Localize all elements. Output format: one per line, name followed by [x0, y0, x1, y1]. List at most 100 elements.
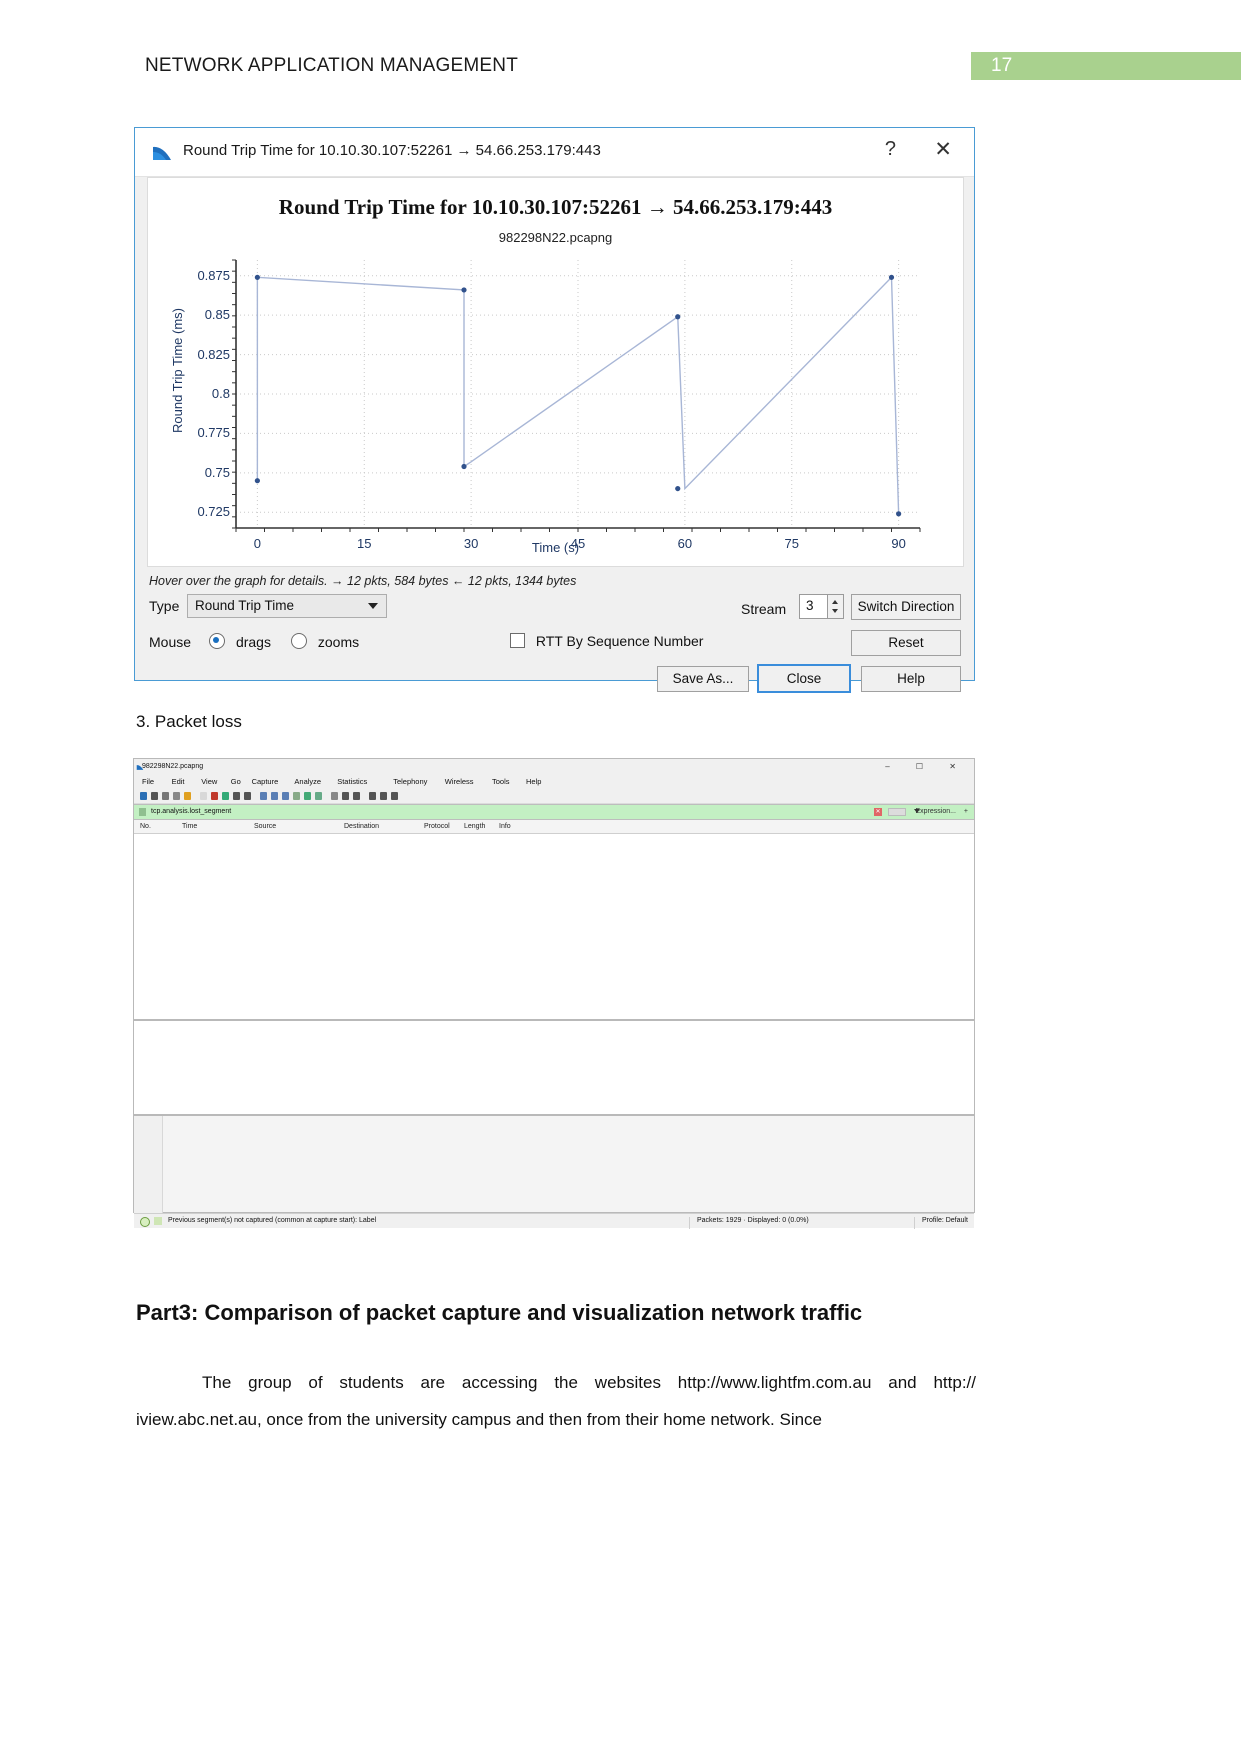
- page-number-text: 17: [991, 55, 1013, 76]
- mouse-drags-radio[interactable]: drags: [209, 633, 275, 651]
- stream-value: 3: [806, 598, 814, 613]
- mouse-zooms-label: zooms: [317, 634, 360, 650]
- mouse-zooms-radio[interactable]: zooms: [291, 633, 360, 651]
- dialog-title: Round Trip Time for 10.10.30.107:52261 →…: [183, 142, 601, 159]
- filter-clear-icon[interactable]: ✕: [874, 808, 882, 816]
- packet-bytes-pane[interactable]: [134, 1116, 974, 1213]
- menu-item-wireless[interactable]: Wireless: [445, 777, 474, 786]
- menu-item-go[interactable]: Go: [231, 777, 241, 786]
- menu-item-view[interactable]: View: [201, 777, 217, 786]
- toolbar-icon-17[interactable]: [342, 792, 349, 800]
- packet-list-header[interactable]: No. Time Source Destination Protocol Length In…: [134, 820, 974, 834]
- toolbar-icon-21[interactable]: [391, 792, 398, 800]
- toolbar-icon-0[interactable]: [140, 792, 147, 800]
- filter-plus-label: +: [963, 808, 968, 815]
- chevron-down-icon: [368, 603, 378, 609]
- wireshark-statusbar: Previous segment(s) not captured (common…: [134, 1213, 974, 1229]
- toolbar-icon-4[interactable]: [184, 792, 191, 800]
- radio-unselected-icon: [291, 633, 308, 649]
- toolbar-icon-14[interactable]: [304, 792, 311, 800]
- window-controls[interactable]: – ☐ ✕: [885, 762, 968, 771]
- document-page: NETWORK APPLICATION MANAGEMENT 17 Round …: [0, 0, 1241, 1754]
- toolbar-icon-19[interactable]: [369, 792, 376, 800]
- column-header-length[interactable]: Length: [464, 823, 485, 830]
- toolbar-icon-16[interactable]: [331, 792, 338, 800]
- menu-item-telephony[interactable]: Telephony: [393, 777, 427, 786]
- expert-info-icon[interactable]: [140, 1217, 150, 1227]
- column-header-time[interactable]: Time: [182, 823, 197, 830]
- toolbar-icon-18[interactable]: [353, 792, 360, 800]
- stream-stepper[interactable]: 3: [799, 594, 844, 619]
- checkbox-unchecked-icon: [510, 633, 525, 648]
- close-icon[interactable]: ✕: [934, 137, 952, 162]
- toolbar-icon-2[interactable]: [162, 792, 169, 800]
- stepper-buttons[interactable]: [827, 595, 843, 618]
- column-header-destination[interactable]: Destination: [344, 823, 379, 830]
- status-profile: Profile: Default: [922, 1217, 968, 1224]
- toolbar-icon-20[interactable]: [380, 792, 387, 800]
- column-header-no[interactable]: No.: [140, 823, 151, 830]
- packet-list-pane[interactable]: [134, 834, 974, 1021]
- stepper-up-icon[interactable]: [832, 600, 838, 604]
- round-trip-time-dialog: Round Trip Time for 10.10.30.107:52261 →…: [134, 127, 975, 693]
- close-button[interactable]: Close: [757, 664, 851, 693]
- stream-label: Stream: [741, 601, 787, 617]
- wireshark-toolbar[interactable]: [134, 789, 974, 804]
- toolbar-icon-3[interactable]: [173, 792, 180, 800]
- switch-direction-button[interactable]: Switch Direction: [851, 594, 961, 620]
- body-paragraph: The group of students are accessing the …: [136, 1364, 976, 1438]
- document-header-title: NETWORK APPLICATION MANAGEMENT: [145, 55, 519, 76]
- display-filter-input[interactable]: tcp.analysis.lost_segment: [151, 808, 231, 815]
- type-dropdown[interactable]: Round Trip Time: [187, 594, 387, 618]
- capture-file-icon[interactable]: [154, 1217, 162, 1225]
- toolbar-icon-15[interactable]: [315, 792, 322, 800]
- menu-item-analyze[interactable]: Analyze: [294, 777, 321, 786]
- toolbar-icon-5[interactable]: [200, 792, 207, 800]
- menu-item-statistics[interactable]: Statistics: [337, 777, 367, 786]
- part3-heading: Part3: Comparison of packet capture and …: [136, 1300, 863, 1325]
- toolbar-icon-1[interactable]: [151, 792, 158, 800]
- column-header-info[interactable]: Info: [499, 823, 511, 830]
- rtt-plot-panel[interactable]: Round Trip Time for 10.10.30.107:52261 →…: [147, 177, 964, 567]
- wireshark-menubar[interactable]: File Edit View Go Capture Analyze Statistics Te…: [134, 775, 974, 789]
- help-icon[interactable]: ?: [885, 138, 896, 161]
- reset-button[interactable]: Reset: [851, 630, 961, 656]
- column-header-source[interactable]: Source: [254, 823, 276, 830]
- display-filter-bar[interactable]: tcp.analysis.lost_segment ✕ Expression..…: [134, 804, 974, 820]
- menu-item-file[interactable]: File: [142, 777, 154, 786]
- stepper-down-icon[interactable]: [832, 609, 838, 613]
- menu-item-edit[interactable]: Edit: [172, 777, 185, 786]
- column-header-protocol[interactable]: Protocol: [424, 823, 450, 830]
- body-paragraph-text: The group of students are accessing the …: [136, 1373, 976, 1429]
- filter-expression-button[interactable]: Expression... +: [915, 808, 968, 815]
- wireshark-file-name: 982298N22.pcapng: [142, 763, 204, 770]
- filter-apply-icon[interactable]: [888, 808, 906, 816]
- toolbar-icon-12[interactable]: [282, 792, 289, 800]
- toolbar-icon-11[interactable]: [271, 792, 278, 800]
- menu-item-tools[interactable]: Tools: [492, 777, 510, 786]
- type-label: Type: [149, 598, 180, 614]
- help-button[interactable]: Help: [861, 666, 961, 692]
- wireshark-logo-icon: [153, 146, 171, 160]
- menu-item-help[interactable]: Help: [526, 777, 541, 786]
- save-as-button[interactable]: Save As...: [657, 666, 749, 692]
- packet-loss-caption: 3. Packet loss: [136, 712, 242, 731]
- packet-bytes-offset-column: [134, 1116, 163, 1213]
- toolbar-icon-8[interactable]: [233, 792, 240, 800]
- toolbar-icon-13[interactable]: [293, 792, 300, 800]
- menu-item-capture[interactable]: Capture: [252, 777, 279, 786]
- toolbar-icon-10[interactable]: [260, 792, 267, 800]
- type-row: Type Round Trip Time: [149, 594, 387, 624]
- radio-selected-icon: [209, 633, 226, 649]
- toolbar-icon-6[interactable]: [211, 792, 218, 800]
- mouse-row: Mouse drags zooms: [149, 633, 359, 652]
- packet-details-pane[interactable]: [134, 1021, 974, 1116]
- dialog-titlebar: Round Trip Time for 10.10.30.107:52261 →…: [135, 128, 974, 177]
- wireshark-main-window: 982298N22.pcapng – ☐ ✕ File Edit View Go Cap…: [133, 758, 975, 1229]
- filter-expression-label: Expression...: [915, 808, 956, 815]
- toolbar-icon-7[interactable]: [222, 792, 229, 800]
- status-message: Previous segment(s) not captured (common…: [168, 1217, 377, 1224]
- rtt-by-sequence-checkbox[interactable]: RTT By Sequence Number: [510, 633, 703, 649]
- toolbar-icon-9[interactable]: [244, 792, 251, 800]
- filter-bookmark-icon[interactable]: [139, 808, 146, 816]
